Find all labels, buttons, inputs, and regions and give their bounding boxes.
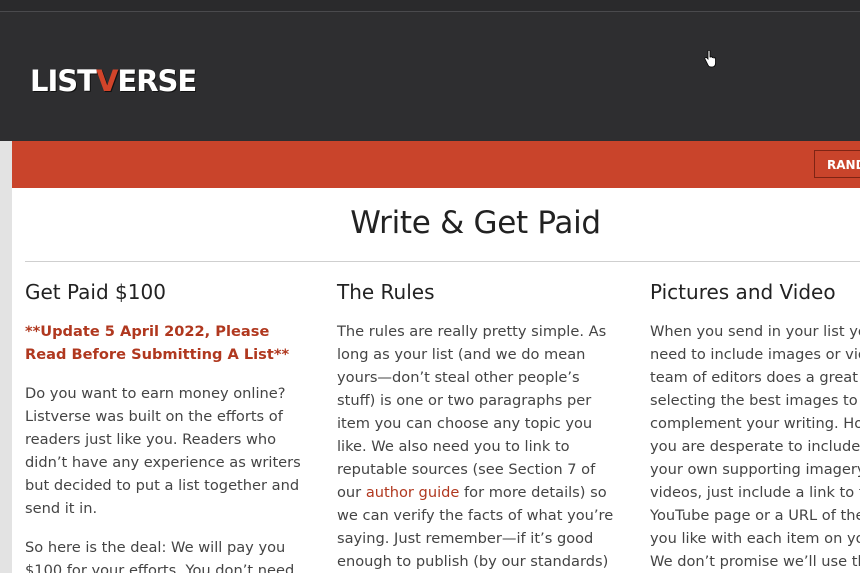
pictures-line: When you send in your list yo: [650, 323, 860, 340]
rules-heading: The Rules: [337, 280, 435, 304]
logo-text-v: V: [95, 64, 118, 98]
column-rules: The Rules The rules are really pretty si…: [337, 280, 619, 573]
get-paid-paragraph-1: Do you want to earn money online? Listve…: [25, 385, 301, 517]
get-paid-paragraph-2: So here is the deal: We will pay you $10…: [25, 539, 295, 573]
column-get-paid: Get Paid $100 **Update 5 April 2022, Ple…: [25, 280, 307, 573]
random-button[interactable]: RANDOM: [814, 150, 860, 178]
page-title: Write & Get Paid: [350, 205, 601, 241]
column-pictures-video: Pictures and Video When you send in your…: [650, 280, 860, 573]
pictures-line: selecting the best images to: [650, 392, 858, 409]
get-paid-heading: Get Paid $100: [25, 280, 166, 304]
pictures-heading: Pictures and Video: [650, 280, 836, 304]
pictures-line: complement your writing. Ho: [650, 415, 860, 432]
browser-top-strip: [0, 0, 860, 12]
pictures-line: you like with each item on yo: [650, 530, 860, 547]
pictures-paragraph: When you send in your list yo need to in…: [650, 320, 860, 573]
title-divider: [25, 261, 860, 262]
logo-text-erse: ERSE: [117, 64, 197, 98]
main-navbar: RANDOM: [12, 141, 860, 188]
rules-text-start: The rules are really pretty simple. As l…: [337, 323, 607, 501]
author-guide-link[interactable]: author guide: [366, 484, 460, 501]
listverse-logo[interactable]: LISTVERSE: [30, 64, 197, 98]
rules-paragraph: The rules are really pretty simple. As l…: [337, 320, 619, 573]
pictures-line: team of editors does a great: [650, 369, 858, 386]
main-content: Write & Get Paid Get Paid $100 **Update …: [12, 188, 860, 573]
update-notice: **Update 5 April 2022, Please Read Befor…: [25, 323, 290, 363]
pictures-line: We don’t promise we’ll use th: [650, 553, 860, 570]
site-header: LISTVERSE: [0, 12, 860, 141]
hand-pointer-icon: [704, 50, 716, 68]
pictures-line: YouTube page or a URL of the: [650, 507, 860, 524]
pictures-line: videos, just include a link to th: [650, 484, 860, 501]
logo-text-list: LIST: [30, 64, 97, 98]
left-gutter: [0, 141, 12, 573]
pictures-line: need to include images or vid: [650, 346, 860, 363]
pictures-line: you are desperate to include: [650, 438, 860, 455]
pictures-line: your own supporting imagery: [650, 461, 860, 478]
